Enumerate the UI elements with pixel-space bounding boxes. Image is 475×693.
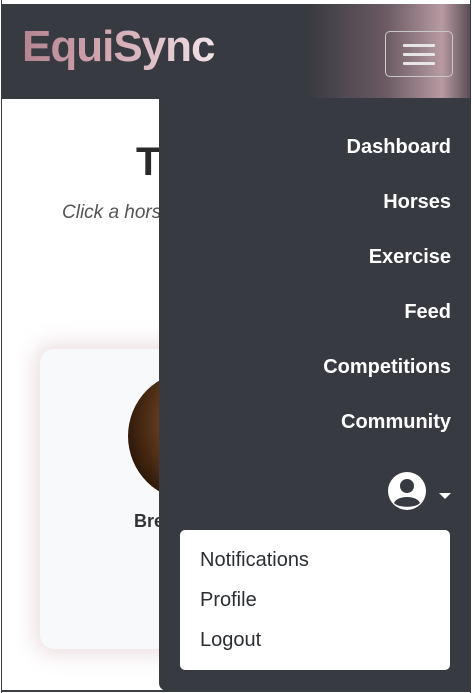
navbar: EquiSync [2, 4, 470, 99]
frame-left [1, 0, 2, 693]
nav-item-dashboard[interactable]: Dashboard [347, 136, 451, 159]
page-title: T [136, 140, 161, 184]
dropdown-item-profile[interactable]: Profile [200, 589, 257, 612]
user-circle-icon [388, 472, 426, 510]
dropdown-item-logout[interactable]: Logout [200, 629, 261, 652]
nav-item-feed[interactable]: Feed [404, 301, 451, 324]
page-subtitle: Click a hors [62, 202, 162, 223]
nav-item-community[interactable]: Community [341, 411, 451, 434]
user-menu-toggle[interactable] [387, 471, 457, 515]
hamburger-icon-bar [403, 53, 435, 56]
hamburger-icon-bar [403, 62, 435, 65]
nav-item-exercise[interactable]: Exercise [369, 246, 451, 269]
user-dropdown: Notifications Profile Logout [180, 530, 450, 670]
dropdown-item-notifications[interactable]: Notifications [200, 549, 309, 572]
brand-logo[interactable]: EquiSync [22, 22, 215, 72]
nav-item-horses[interactable]: Horses [383, 191, 451, 214]
nav-item-competitions[interactable]: Competitions [323, 356, 451, 379]
hamburger-icon-bar [403, 44, 435, 47]
chevron-down-icon [439, 493, 451, 499]
menu-toggle-button[interactable] [385, 31, 453, 77]
